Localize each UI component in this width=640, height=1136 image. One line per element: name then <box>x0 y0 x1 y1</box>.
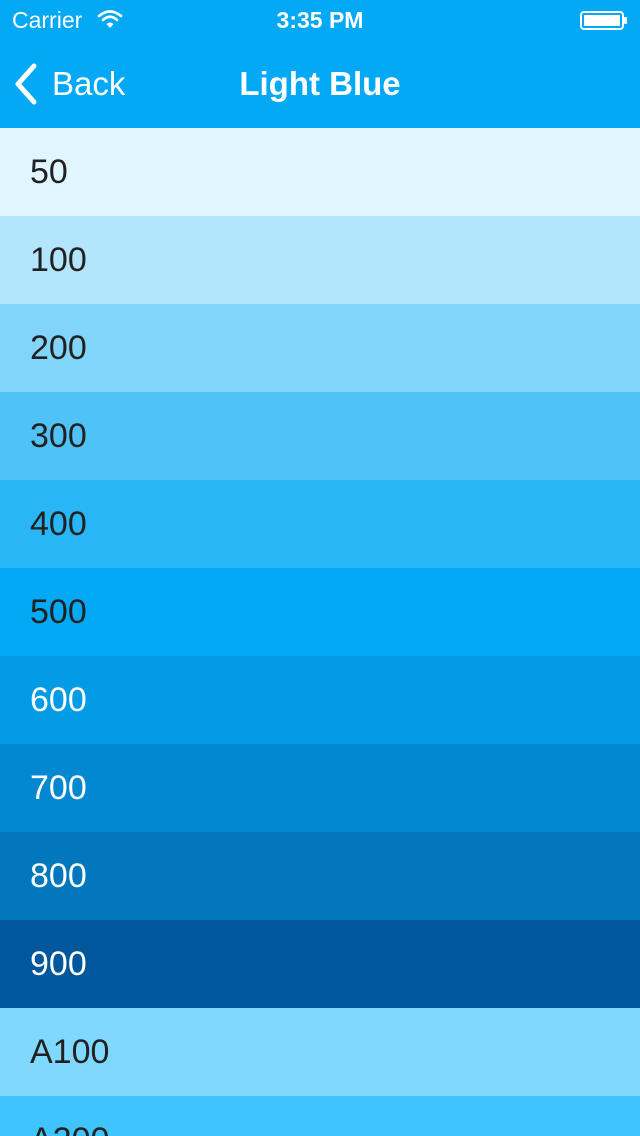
swatch-list: 50 100 200 300 400 500 600 700 800 900 A100 A200 <box>0 128 640 1136</box>
swatch-label: 400 <box>30 505 87 543</box>
chevron-left-icon <box>15 63 37 105</box>
swatch-row[interactable]: A100 <box>0 1008 640 1096</box>
swatch-row[interactable]: 900 <box>0 920 640 1008</box>
swatch-row[interactable]: 500 <box>0 568 640 656</box>
swatch-label: A100 <box>30 1033 110 1071</box>
swatch-row[interactable]: 800 <box>0 832 640 920</box>
swatch-label: 900 <box>30 945 87 983</box>
swatch-label: 300 <box>30 417 87 455</box>
swatch-row[interactable]: 200 <box>0 304 640 392</box>
swatch-row[interactable]: 700 <box>0 744 640 832</box>
swatch-label: 50 <box>30 153 68 191</box>
swatch-label: 500 <box>30 593 87 631</box>
swatch-row[interactable]: 400 <box>0 480 640 568</box>
status-bar: Carrier 3:35 PM <box>0 0 640 40</box>
back-button[interactable]: Back <box>12 40 135 128</box>
swatch-label: 200 <box>30 329 87 367</box>
swatch-label: 100 <box>30 241 87 279</box>
navigation-bar: Back Light Blue <box>0 40 640 128</box>
battery-icon <box>580 11 627 30</box>
swatch-row[interactable]: 100 <box>0 216 640 304</box>
swatch-row[interactable]: 50 <box>0 128 640 216</box>
back-button-label: Back <box>52 65 126 102</box>
swatch-label: A200 <box>30 1120 109 1136</box>
top-bar: Carrier 3:35 PM Back Light Blue <box>0 0 640 128</box>
clock: 3:35 PM <box>276 7 364 33</box>
swatch-row[interactable]: 300 <box>0 392 640 480</box>
swatch-label: 700 <box>30 769 87 807</box>
swatch-label: 800 <box>30 857 87 895</box>
swatch-label: 600 <box>30 681 87 719</box>
swatch-row[interactable]: A200 <box>0 1096 640 1136</box>
swatch-row[interactable]: 600 <box>0 656 640 744</box>
